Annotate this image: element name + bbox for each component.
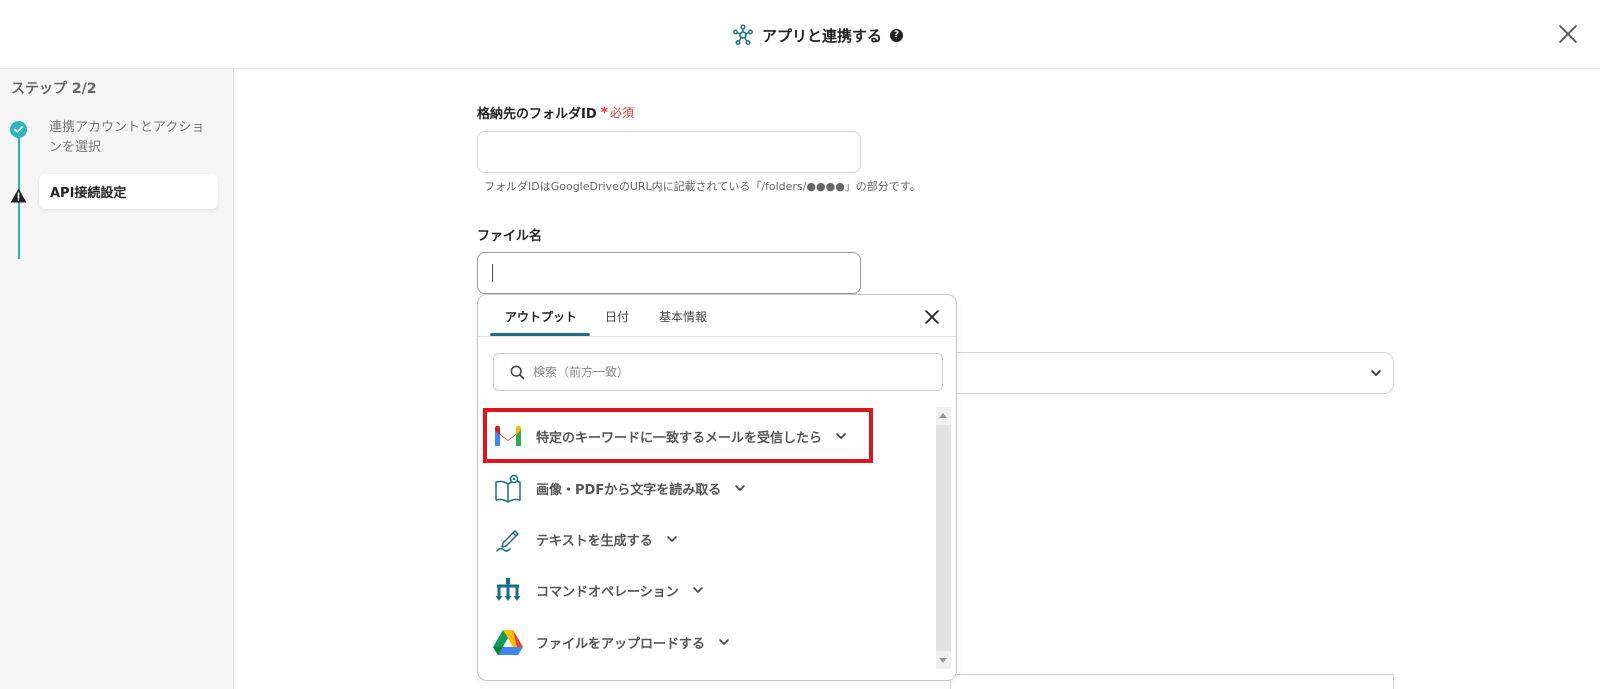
page-title: アプリと連携する bbox=[762, 26, 883, 45]
gmail-icon bbox=[492, 420, 524, 452]
required-asterisk: * bbox=[600, 104, 608, 121]
file-name-label: ファイル名 bbox=[477, 229, 543, 244]
search-field[interactable] bbox=[493, 353, 943, 391]
warning-icon bbox=[10, 188, 27, 203]
list-item-gmail-trigger[interactable]: 特定のキーワードに一致するメールを受信したら bbox=[492, 413, 848, 459]
chevron-down-icon bbox=[719, 639, 729, 645]
step-sidebar: ステップ 2/2 連携アカウントとアクションを選択 API接続設定 bbox=[0, 69, 234, 689]
folder-id-label-row: 格納先のフォルダID * 必須 bbox=[477, 103, 634, 123]
popup-scrollbar[interactable] bbox=[936, 407, 951, 669]
chevron-down-icon bbox=[666, 536, 677, 542]
popup-tabs: アウトプット 日付 基本情報 bbox=[478, 295, 956, 337]
text-caret bbox=[492, 264, 493, 282]
scrollbar-thumb[interactable] bbox=[936, 425, 951, 651]
list-item-label: コマンドオペレーション bbox=[536, 584, 679, 600]
file-name-label-row: ファイル名 bbox=[477, 225, 542, 244]
step-counter: ステップ 2/2 bbox=[11, 81, 97, 97]
header-title-group: アプリと連携する ? bbox=[732, 22, 904, 48]
pen-icon bbox=[492, 523, 524, 555]
check-icon bbox=[10, 121, 27, 138]
tab-output[interactable]: アウトプット bbox=[505, 308, 577, 325]
select-dropdown[interactable] bbox=[950, 352, 1394, 394]
tab-basic-info[interactable]: 基本情報 bbox=[659, 308, 707, 325]
file-name-field[interactable] bbox=[477, 252, 861, 294]
required-badge: 必須 bbox=[609, 106, 634, 120]
search-input[interactable] bbox=[533, 365, 913, 379]
modal-header: アプリと連携する ? bbox=[0, 0, 1600, 69]
list-item-label: テキストを生成する bbox=[536, 533, 653, 549]
chevron-down-icon bbox=[735, 485, 746, 491]
list-item-label: ファイルをアップロードする bbox=[536, 636, 706, 652]
ocr-book-icon bbox=[492, 472, 524, 504]
folder-id-field[interactable] bbox=[477, 131, 861, 173]
textarea-field[interactable] bbox=[950, 674, 1394, 689]
close-icon[interactable] bbox=[1556, 22, 1580, 46]
app-connect-icon bbox=[733, 24, 754, 46]
chevron-down-icon bbox=[836, 433, 846, 439]
folder-id-hint: フォルダIDはGoogleDriveのURL内に記載されている「/folders… bbox=[484, 180, 921, 193]
list-item-text-generate[interactable]: テキストを生成する bbox=[492, 516, 679, 562]
scroll-up-arrow-icon[interactable] bbox=[939, 413, 947, 418]
list-item-file-upload[interactable]: ファイルをアップロードする bbox=[492, 619, 731, 665]
google-drive-icon bbox=[492, 626, 524, 658]
search-icon bbox=[510, 365, 525, 379]
help-icon[interactable]: ? bbox=[890, 28, 904, 42]
list-item-label: 画像・PDFから文字を読み取る bbox=[536, 482, 722, 498]
popup-close-icon[interactable] bbox=[924, 309, 940, 325]
folder-id-label: 格納先のフォルダID bbox=[477, 107, 597, 122]
list-item-command-operation[interactable]: コマンドオペレーション bbox=[492, 567, 705, 613]
chevron-down-icon bbox=[1371, 370, 1381, 376]
list-item-ocr[interactable]: 画像・PDFから文字を読み取る bbox=[492, 465, 747, 511]
step-item-api-settings[interactable]: API接続設定 bbox=[39, 174, 218, 209]
list-item-label: 特定のキーワードに一致するメールを受信したら bbox=[536, 430, 823, 446]
command-operation-icon bbox=[492, 574, 524, 606]
step-item-account-action[interactable]: 連携アカウントとアクションを選択 bbox=[49, 118, 209, 158]
chevron-down-icon bbox=[692, 587, 703, 593]
tab-date[interactable]: 日付 bbox=[605, 308, 629, 325]
output-picker-popup: アウトプット 日付 基本情報 特定のキーワードに一致するメールを受信したら bbox=[477, 294, 957, 681]
scroll-down-arrow-icon[interactable] bbox=[939, 658, 947, 663]
active-tab-indicator bbox=[490, 333, 590, 336]
